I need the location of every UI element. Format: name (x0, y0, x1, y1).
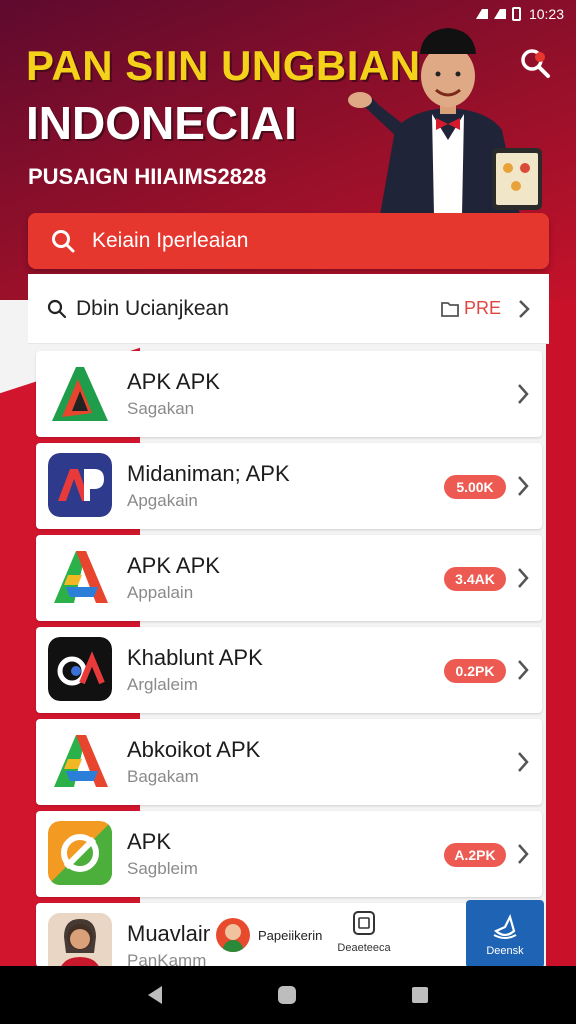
app-title: Khablunt APK (127, 645, 263, 670)
hero-subtitle: PUSAIGN HIIAIMS2828 (28, 164, 267, 189)
flag-red-stripe-right (546, 300, 576, 980)
app-title: Abkoikot APK (127, 737, 261, 762)
copy-icon (353, 911, 375, 935)
filter-label: Dbin Ucianjkean (76, 296, 229, 320)
app-subtitle: Sagakan (127, 399, 195, 418)
chevron-right-icon (518, 752, 529, 772)
search-icon[interactable] (518, 46, 552, 80)
chevron-right-icon (518, 384, 529, 404)
system-nav-bar (0, 966, 576, 1024)
app-title: Muavlain (127, 921, 216, 946)
app-subtitle: Appalain (127, 583, 194, 602)
pre-filter-button[interactable]: PRE (440, 298, 501, 319)
chevron-right-icon (518, 660, 529, 680)
list-item[interactable]: APK APK Sagakan (36, 351, 542, 437)
recent-apps-icon[interactable] (412, 987, 428, 1003)
list-item[interactable]: Abkoikot APK Bagakam (36, 719, 542, 805)
chevron-right-icon (518, 568, 529, 588)
download-badge: 0.2PK (444, 659, 506, 683)
folder-icon (441, 301, 459, 317)
avatar (216, 918, 250, 952)
list-item[interactable]: APK APK Appalain 3.4AK (36, 535, 542, 621)
boat-icon (493, 913, 517, 939)
app-subtitle: Bagakam (127, 767, 199, 786)
presenter-illustration (348, 28, 542, 215)
chevron-right-icon (518, 844, 529, 864)
oa-logo-icon (48, 637, 112, 701)
download-badge: A.2PK (444, 843, 506, 867)
list-item[interactable]: APK Sagbleim A.2PK (36, 811, 542, 897)
download-badge: 5.00K (444, 475, 506, 499)
fab-label: Deensk (486, 945, 524, 957)
orange-slash-app-icon (48, 821, 112, 885)
hero-title-line2: INDONECIAI (26, 97, 297, 149)
search-bar[interactable]: Keiain Iperleaian (28, 213, 549, 269)
app-subtitle: Apgakain (127, 491, 198, 510)
green-triangle-app-icon (48, 361, 112, 425)
app-title: APK APK (127, 369, 220, 394)
app-subtitle: Arglaleim (127, 675, 198, 694)
pre-label: PRE (463, 298, 501, 318)
list-item[interactable]: Midaniman; APK Apgakain 5.00K (36, 443, 542, 529)
ap-logo-icon (48, 453, 112, 517)
app-title: APK (127, 829, 172, 854)
app-title: APK APK (127, 553, 220, 578)
app-title: Midaniman; APK (127, 461, 290, 486)
floating-action-button[interactable]: Deensk (466, 900, 544, 968)
back-icon[interactable] (148, 986, 162, 1004)
download-badge: 3.4AK (444, 567, 506, 591)
avatar-illustration-icon (222, 924, 244, 952)
colorful-a-app-icon (48, 545, 112, 609)
floating-chip-secondary[interactable]: Deaeteeca (334, 908, 394, 964)
chevron-right-icon[interactable] (517, 298, 531, 320)
search-icon (52, 230, 75, 253)
list-item[interactable]: Khablunt APK Arglaleim 0.2PK (36, 627, 542, 713)
chevron-right-icon (518, 476, 529, 496)
search-icon (47, 299, 67, 318)
colorful-a-app-icon (48, 729, 112, 793)
home-icon[interactable] (278, 986, 296, 1004)
app-subtitle: Sagbleim (127, 859, 198, 878)
chip-secondary-label: Deaeteeca (337, 942, 391, 954)
search-placeholder: Keiain Iperleaian (92, 229, 249, 252)
filter-bar[interactable]: Dbin Ucianjkean PRE (28, 274, 549, 344)
chip-label: Papeiikerin (258, 927, 323, 943)
